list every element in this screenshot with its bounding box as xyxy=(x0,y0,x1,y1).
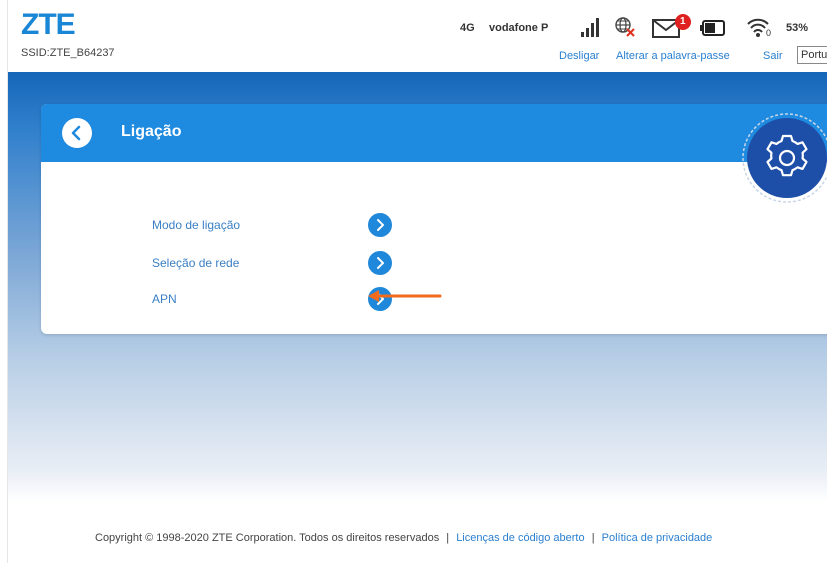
menu-item-connection-mode[interactable]: Modo de ligação xyxy=(152,218,240,232)
signal-strength-icon xyxy=(581,18,599,37)
router-admin-page: ZTE SSID:ZTE_B64237 4G vodafone P 1 0 53… xyxy=(7,0,827,563)
network-type: 4G xyxy=(460,22,475,34)
battery-percent: 53% xyxy=(786,22,809,34)
chevron-right-icon xyxy=(377,219,384,231)
top-header: ZTE SSID:ZTE_B64237 4G vodafone P 1 0 53… xyxy=(8,0,827,72)
page-footer: Copyright © 1998-2020 ZTE Corporation. T… xyxy=(95,532,712,544)
connection-mode-button[interactable] xyxy=(368,213,392,237)
globe-disconnected-icon xyxy=(615,17,635,37)
battery-icon xyxy=(700,20,725,36)
settings-gear-icon xyxy=(742,113,827,203)
footer-separator: | xyxy=(446,532,450,544)
ssid-label: SSID:ZTE_B64237 xyxy=(21,47,115,59)
network-selection-button[interactable] xyxy=(368,251,392,275)
language-select[interactable]: Portu xyxy=(797,46,827,64)
wifi-icon: 0 xyxy=(746,16,772,38)
chevron-right-icon xyxy=(377,257,384,269)
back-button[interactable] xyxy=(62,118,92,148)
menu-item-network-selection[interactable]: Seleção de rede xyxy=(152,256,239,270)
copyright-text: Copyright © 1998-2020 ZTE Corporation. T… xyxy=(95,532,440,544)
sms-count-badge: 1 xyxy=(680,16,686,27)
annotation-arrow-icon xyxy=(368,290,442,302)
zte-logo[interactable]: ZTE xyxy=(21,10,76,40)
wifi-client-count: 0 xyxy=(766,28,772,38)
page-title: Ligação xyxy=(121,123,182,140)
footer-separator: | xyxy=(591,532,595,544)
menu-item-apn[interactable]: APN xyxy=(152,292,177,306)
sms-icon[interactable]: 1 xyxy=(652,14,692,38)
open-source-license-link[interactable]: Licenças de código aberto xyxy=(456,532,584,544)
card-header: Ligação xyxy=(41,104,827,162)
disconnect-link[interactable]: Desligar xyxy=(559,50,599,62)
privacy-policy-link[interactable]: Política de privacidade xyxy=(602,532,713,544)
envelope-icon xyxy=(652,14,691,38)
chevron-left-icon xyxy=(71,125,81,141)
logout-link[interactable]: Sair xyxy=(763,50,783,62)
carrier-name: vodafone P xyxy=(489,22,549,34)
change-password-link[interactable]: Alterar a palavra-passe xyxy=(616,50,730,62)
